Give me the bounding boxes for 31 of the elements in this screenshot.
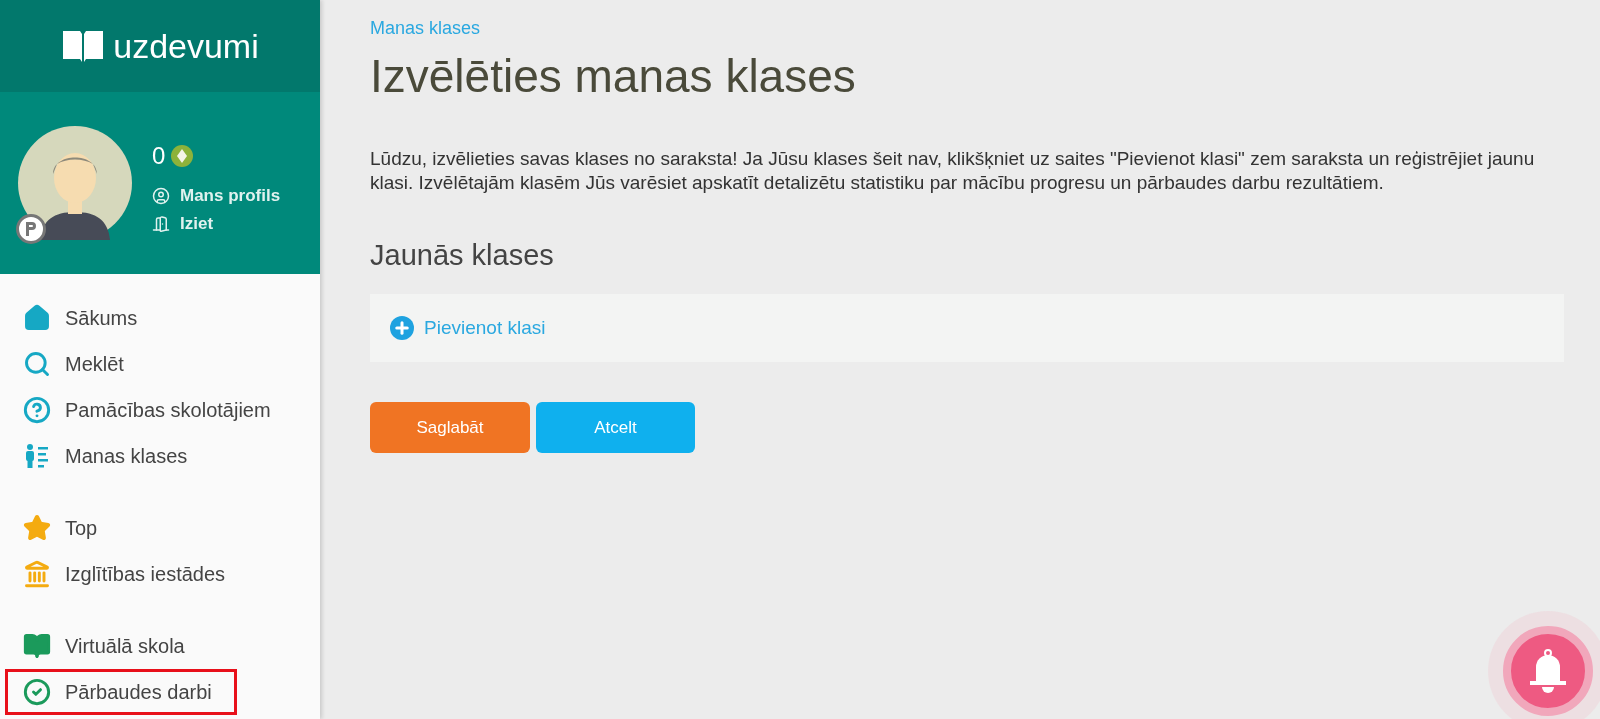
check-circle-icon	[23, 678, 51, 706]
nav-item[interactable]: Manas klases	[5, 433, 305, 479]
gem-icon	[171, 145, 194, 167]
nav-item[interactable]: Top	[5, 505, 305, 551]
nav-item[interactable]: Izglītības iestādes	[5, 551, 305, 597]
profile-link[interactable]: Mans profils	[152, 186, 281, 206]
user-icon	[152, 187, 170, 205]
person-list-icon	[23, 442, 51, 470]
nav-item[interactable]: Pamācības skolotājiem	[5, 387, 305, 433]
p-badge-icon	[16, 214, 46, 244]
home-icon	[23, 304, 51, 332]
nav-item[interactable]: Sākums	[5, 295, 305, 341]
building-icon	[23, 560, 51, 588]
bell-icon	[1528, 649, 1568, 693]
points-count: 0	[152, 142, 166, 170]
help-icon	[23, 396, 51, 424]
section-title: Jaunās klases	[370, 239, 555, 272]
nav-item[interactable]: Pārbaudes darbi	[5, 669, 237, 715]
logout-link[interactable]: Iziet	[152, 214, 281, 234]
nav-item[interactable]: Meklēt	[5, 341, 305, 387]
book-logo-icon	[61, 29, 106, 63]
nav-item[interactable]: Virtuālā skola	[5, 623, 305, 669]
door-icon	[152, 215, 170, 233]
book-icon	[23, 632, 51, 660]
page-title: Izvēlēties manas klases	[370, 49, 857, 103]
plus-icon	[390, 316, 414, 340]
description-text: Lūdzu, izvēlieties savas klases no saraksta! Ja Jūsu klases šeit nav, klikšķniet uz saites "Pievienot klasi" zem saraksta un reģistrējiet jaunu klasi. Izvēlētajām klasēm Jūs varēsiet apskatīt detalizētu statistiku par mācību progresu un pārbaudes darbu rezultātiem.	[370, 147, 1536, 195]
notification-button[interactable]	[1503, 626, 1593, 716]
logo-text: uzdevumi	[113, 26, 259, 66]
star-icon	[23, 514, 51, 542]
search-icon	[23, 350, 51, 378]
